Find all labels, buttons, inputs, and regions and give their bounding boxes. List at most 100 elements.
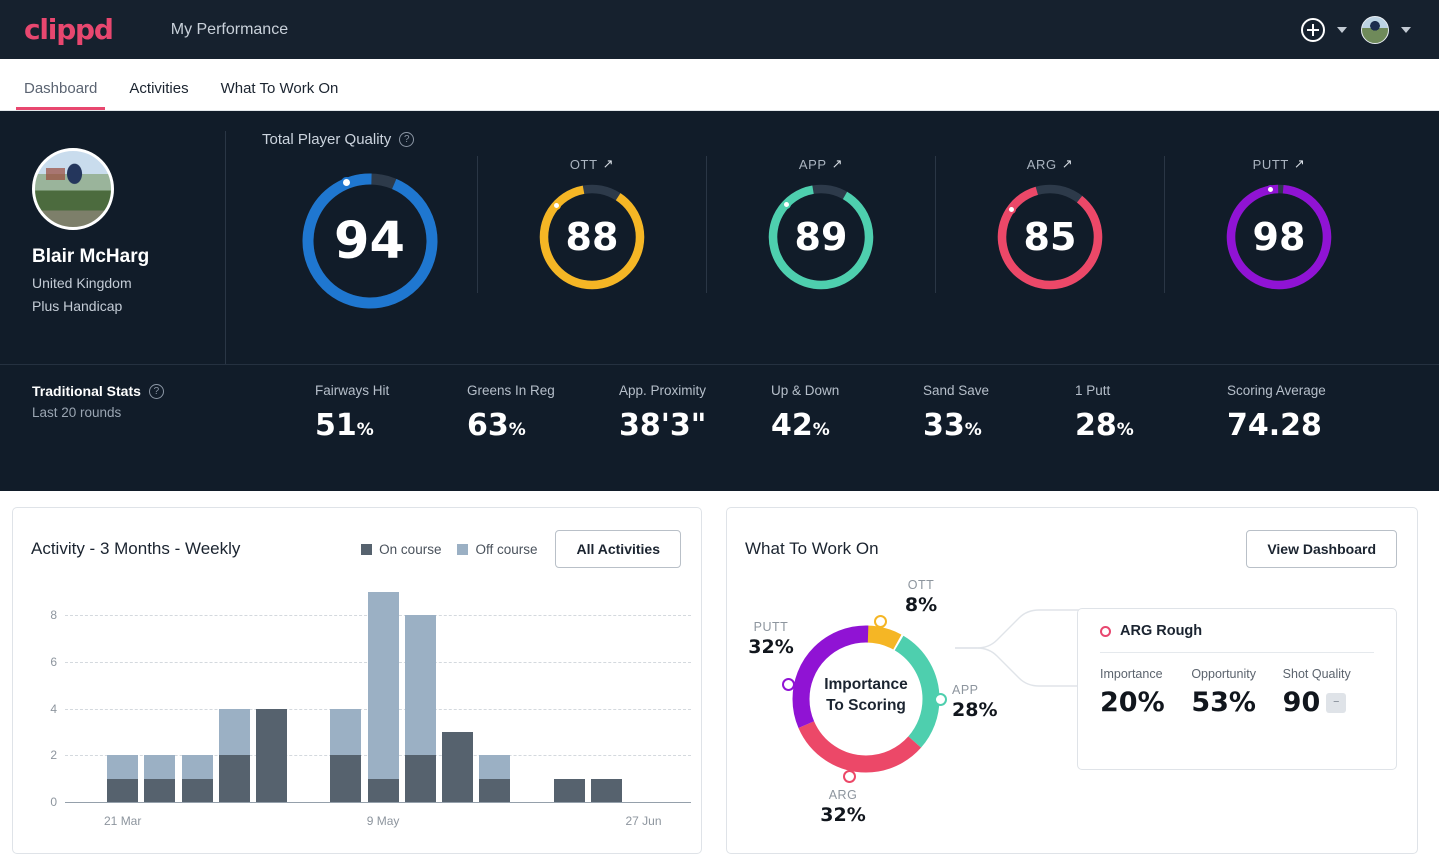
ring-app: APP ↗ 89 xyxy=(706,156,935,293)
bar-segment-on-course xyxy=(442,732,473,802)
donut-label-putt: PUTT 32% xyxy=(735,620,807,658)
detail-card-header: ARG Rough xyxy=(1100,623,1374,639)
bar[interactable] xyxy=(442,732,473,802)
chevron-down-icon[interactable] xyxy=(1401,26,1411,33)
putt-value: 98 xyxy=(1252,215,1306,259)
bar[interactable] xyxy=(330,708,362,802)
segment-value: 32% xyxy=(820,804,866,826)
gauge-knob xyxy=(1266,185,1275,194)
segment-knob-app[interactable] xyxy=(934,693,947,706)
arg-label: ARG xyxy=(1026,156,1057,172)
bar[interactable] xyxy=(107,755,139,802)
player-profile: Blair McHarg United Kingdom Plus Handica… xyxy=(0,131,225,364)
stat-label: Fairways Hit xyxy=(315,383,390,398)
bar[interactable] xyxy=(553,778,585,802)
stat-1-putt: 1 Putt 28% xyxy=(1075,383,1227,443)
metric-value: 90 – xyxy=(1283,687,1374,718)
bar[interactable] xyxy=(181,755,213,802)
bar-segment-on-course xyxy=(404,755,436,802)
bar[interactable] xyxy=(590,778,622,802)
segment-knob-ott[interactable] xyxy=(874,615,887,628)
app-label: APP xyxy=(798,156,827,172)
top-header-bar: clippd My Performance xyxy=(0,0,1439,59)
donut-label-ott: OTT 8% xyxy=(885,578,957,616)
ring-label-arg: ARG ↗ xyxy=(1027,156,1073,172)
stat-up-and-down: Up & Down 42% xyxy=(771,383,923,443)
bar-segment-off-course xyxy=(107,755,139,779)
importance-donut[interactable]: Importance To Scoring xyxy=(782,615,947,783)
segment-knob-arg[interactable] xyxy=(843,770,856,783)
bar[interactable] xyxy=(479,755,511,802)
trend-chip: – xyxy=(1326,692,1347,713)
stat-value: 38'3" xyxy=(619,408,707,443)
stat-app-proximity: App. Proximity 38'3" xyxy=(619,383,771,443)
bar-segment-on-course xyxy=(553,778,585,802)
stat-greens-in-reg: Greens In Reg 63% xyxy=(467,383,619,443)
bar[interactable] xyxy=(256,708,287,802)
stat-label: Scoring Average xyxy=(1227,383,1326,398)
all-activities-button[interactable]: All Activities xyxy=(555,530,681,568)
stat-value: 63% xyxy=(467,408,526,443)
plus-circle-icon[interactable] xyxy=(1301,17,1325,42)
bar-segment-on-course xyxy=(218,755,250,802)
tab-what-to-work-on[interactable]: What To Work On xyxy=(205,80,355,110)
bar-segment-on-course xyxy=(256,708,287,802)
bar-segment-off-course xyxy=(181,755,213,779)
ring-arg: ARG ↗ 85 xyxy=(935,156,1164,293)
gauge-knob xyxy=(782,200,791,209)
y-axis-tick-label: 4 xyxy=(50,701,57,716)
bar[interactable] xyxy=(367,592,399,802)
view-dashboard-button[interactable]: View Dashboard xyxy=(1246,530,1397,568)
segment-label: ARG xyxy=(828,788,858,802)
activity-bar-chart[interactable]: 0 2 4 6 8 21 Mar 9 May 27 Jun xyxy=(50,592,697,828)
player-country: United Kingdom xyxy=(32,275,132,291)
bar-segment-on-course xyxy=(181,778,213,802)
tab-activities[interactable]: Activities xyxy=(113,80,204,110)
hero-row: Blair McHarg United Kingdom Plus Handica… xyxy=(0,111,1439,364)
donut-center-line2: To Scoring xyxy=(826,697,906,714)
activity-card-title: Activity - 3 Months - Weekly xyxy=(31,539,241,558)
legend-item-off-course: Off course xyxy=(457,542,537,557)
total-player-quality-header: Total Player Quality ? xyxy=(262,131,1439,148)
segment-value: 8% xyxy=(904,594,938,616)
activity-card: Activity - 3 Months - Weekly On course O… xyxy=(12,507,702,854)
donut-gauge-putt: 98 xyxy=(1223,181,1335,293)
metric-shot-quality: Shot Quality 90 – xyxy=(1283,667,1374,718)
donut-center-line1: Importance xyxy=(824,676,908,693)
bar[interactable] xyxy=(144,755,176,802)
bar[interactable] xyxy=(404,615,436,802)
avatar[interactable] xyxy=(1361,15,1389,44)
arg-value: 85 xyxy=(1023,215,1077,259)
gauge-knob xyxy=(340,177,352,188)
arg-rough-detail-card[interactable]: ARG Rough Importance 20% Opportunity 53%… xyxy=(1077,608,1397,770)
question-mark-icon[interactable]: ? xyxy=(148,383,164,399)
stat-scoring-average: Scoring Average 74.28 xyxy=(1227,383,1379,443)
metric-label: Shot Quality xyxy=(1282,667,1351,681)
tab-dashboard[interactable]: Dashboard xyxy=(8,80,113,110)
clippd-logo[interactable]: clippd xyxy=(24,15,114,44)
stat-value: 74.28 xyxy=(1227,408,1322,443)
app-value: 89 xyxy=(794,215,848,259)
donut-label-app: APP 28% xyxy=(952,683,1024,721)
bar-segment-on-course xyxy=(590,778,622,802)
x-axis-tick-label: 27 Jun xyxy=(625,814,662,828)
segment-knob-putt[interactable] xyxy=(782,678,795,691)
metric-value: 53% xyxy=(1191,687,1256,718)
player-name: Blair McHarg xyxy=(32,246,150,267)
total-quality-value: 94 xyxy=(334,211,405,271)
putt-label: PUTT xyxy=(1252,156,1289,172)
ring-label-app: APP ↗ xyxy=(799,156,843,172)
legend-swatch xyxy=(361,543,373,555)
question-mark-icon[interactable]: ? xyxy=(399,132,415,147)
arrow-up-right-icon: ↗ xyxy=(1061,156,1074,171)
donut-label-arg: ARG 32% xyxy=(807,788,879,826)
legend-item-on-course: On course xyxy=(361,542,441,557)
chevron-down-icon[interactable] xyxy=(1337,26,1347,33)
segment-value: 32% xyxy=(748,636,794,658)
rings-row: 94 OTT ↗ 88 APP ↗ 89 ARG ↗ 85 PUTT ↗ 98 xyxy=(262,156,1439,312)
stat-value: 33% xyxy=(923,408,982,443)
bar[interactable] xyxy=(218,708,250,802)
divider xyxy=(1100,652,1374,653)
traditional-stats-heading: Traditional Stats ? Last 20 rounds xyxy=(0,383,315,420)
metric-value: 20% xyxy=(1100,687,1165,718)
